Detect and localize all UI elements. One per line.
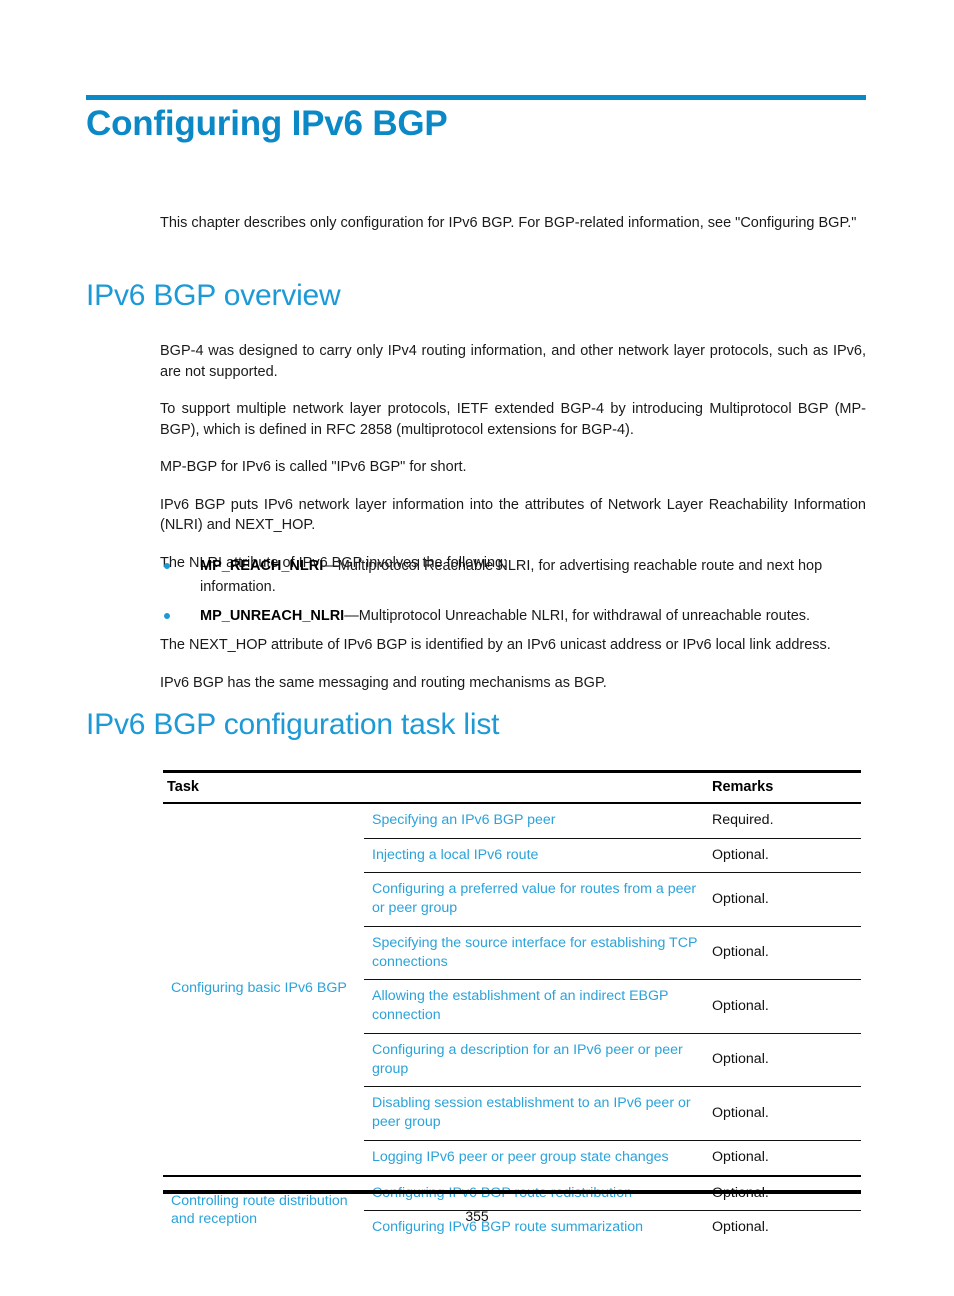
- bullet-dot-icon: [164, 563, 170, 569]
- task-list-table-wrapper: Task Remarks Configuring basic IPv6 BGP …: [163, 770, 861, 1246]
- bullet-dot-icon: [164, 613, 170, 620]
- overview-paragraph-7: IPv6 BGP has the same messaging and rout…: [160, 674, 607, 691]
- overview-paragraph-1: BGP-4 was designed to carry only IPv4 ro…: [160, 343, 866, 380]
- column-header-remarks: Remarks: [704, 770, 861, 804]
- table-body: Configuring basic IPv6 BGP Specifying an…: [163, 803, 861, 1246]
- list-item: MP_REACH_NLRI—Multiprotocol Reachable NL…: [160, 556, 866, 597]
- task-remarks: Optional.: [704, 872, 861, 927]
- bullet-text: —Multiprotocol Unreachable NLRI, for wit…: [344, 608, 811, 625]
- document-page: Configuring IPv6 BGP This chapter descri…: [0, 0, 954, 1296]
- task-remarks: Optional.: [704, 838, 861, 874]
- page-title: Configuring IPv6 BGP: [86, 104, 448, 143]
- task-remarks: Required.: [704, 803, 861, 839]
- overview-paragraph-3: MP-BGP for IPv6 is called "IPv6 BGP" for…: [160, 459, 467, 476]
- task-remarks: Optional.: [704, 926, 861, 981]
- overview-paragraph-6: The NEXT_HOP attribute of IPv6 BGP is id…: [160, 637, 831, 653]
- task-remarks: Optional.: [704, 979, 861, 1034]
- bullet-term: MP_UNREACH_NLRI: [200, 608, 345, 625]
- chapter-top-rule: [86, 95, 866, 100]
- task-remarks: Optional.: [704, 1033, 861, 1088]
- column-header-task-detail: [364, 770, 704, 804]
- task-link[interactable]: Specifying the source interface for esta…: [364, 926, 704, 981]
- group-label-basic-ipv6-bgp[interactable]: Configuring basic IPv6 BGP: [163, 803, 364, 1176]
- overview-paragraphs: BGP-4 was designed to carry only IPv4 ro…: [160, 341, 866, 574]
- column-header-task: Task: [163, 770, 364, 804]
- task-link[interactable]: Configuring a preferred value for routes…: [364, 872, 704, 927]
- bullet-term: MP_REACH_NLRI: [200, 558, 324, 574]
- task-link[interactable]: Configuring a description for an IPv6 pe…: [364, 1033, 704, 1088]
- list-item: MP_UNREACH_NLRI—Multiprotocol Unreachabl…: [160, 606, 866, 627]
- overview-paragraph-2: To support multiple network layer protoc…: [160, 401, 866, 438]
- task-link[interactable]: Logging IPv6 peer or peer group state ch…: [364, 1140, 704, 1175]
- task-link[interactable]: Injecting a local IPv6 route: [364, 838, 704, 874]
- chapter-intro-paragraph: This chapter describes only configuratio…: [160, 215, 857, 231]
- task-link[interactable]: Specifying an IPv6 BGP peer: [364, 803, 704, 839]
- section-heading-task-list: IPv6 BGP configuration task list: [86, 708, 500, 741]
- page-number: 355: [465, 1208, 489, 1224]
- task-remarks: Optional.: [704, 1086, 861, 1141]
- overview-paragraph-4: IPv6 BGP puts IPv6 network layer informa…: [160, 496, 866, 534]
- table-header-row: Task Remarks: [163, 770, 861, 804]
- task-list-table: Task Remarks Configuring basic IPv6 BGP …: [163, 770, 861, 1246]
- nlri-bullet-list: MP_REACH_NLRI—Multiprotocol Reachable NL…: [160, 556, 866, 636]
- task-link[interactable]: Disabling session establishment to an IP…: [364, 1086, 704, 1141]
- task-link[interactable]: Allowing the establishment of an indirec…: [364, 979, 704, 1034]
- task-remarks: Optional.: [712, 1148, 769, 1165]
- chapter-intro-block: This chapter describes only configuratio…: [160, 213, 866, 251]
- table-header: Task Remarks: [163, 770, 861, 804]
- section-heading-overview: IPv6 BGP overview: [86, 279, 341, 312]
- overview-trailing-paragraphs: The NEXT_HOP attribute of IPv6 BGP is id…: [160, 635, 866, 693]
- table-row: Configuring basic IPv6 BGP Specifying an…: [163, 803, 861, 996]
- table-bottom-rule: [163, 1190, 861, 1194]
